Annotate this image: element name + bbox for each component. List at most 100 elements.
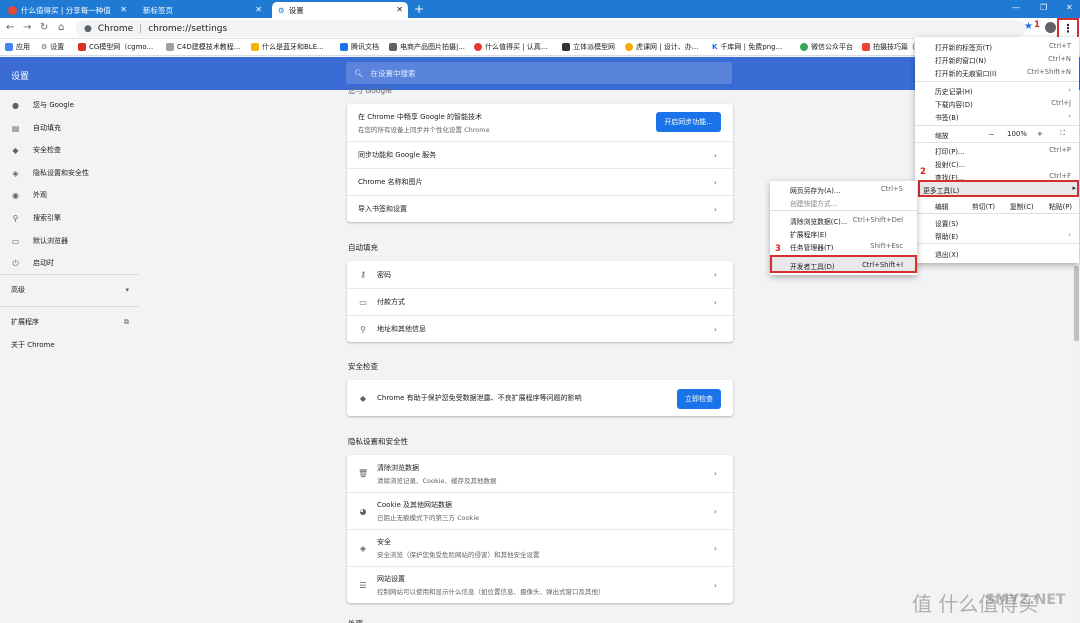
submenu-clear-data[interactable]: 清除浏览数据(C)... Ctrl+Shift+Del bbox=[790, 216, 903, 226]
chevron-right-icon: › bbox=[1068, 86, 1071, 94]
chevron-right-icon: › bbox=[713, 469, 717, 478]
site-icon bbox=[474, 43, 482, 51]
tab-newtab[interactable]: 新标签页 ✕ bbox=[137, 2, 267, 18]
shield-check-icon: ◆ bbox=[359, 393, 367, 403]
card-privacy: 🗑︎ 清除浏览数据 清除浏览记录、Cookie、缓存及其他数据 › ◕ Cookie 及… bbox=[347, 455, 733, 603]
menu-cast[interactable]: 投射(C)... bbox=[935, 159, 1071, 169]
back-icon[interactable]: ← bbox=[6, 22, 14, 33]
bookmark-item[interactable]: C4D建模技术教程... bbox=[166, 42, 240, 52]
bookmark-item[interactable]: CG模型网（cgmo... bbox=[78, 42, 153, 52]
addresses-row[interactable]: ⚲ 地址和其他信息 › bbox=[347, 315, 733, 342]
cookie-icon: ◕ bbox=[359, 506, 367, 516]
clear-data-row[interactable]: 🗑︎ 清除浏览数据 清除浏览记录、Cookie、缓存及其他数据 › bbox=[347, 455, 733, 492]
site-icon: K bbox=[712, 43, 718, 51]
submenu-task-manager[interactable]: 任务管理器(T) Shift+Esc bbox=[790, 242, 903, 252]
submenu-create-shortcut[interactable]: 创建快捷方式... bbox=[790, 198, 903, 208]
menu-divider bbox=[915, 243, 1079, 244]
menu-paste[interactable]: 粘贴(P) bbox=[1049, 201, 1072, 211]
bookmark-item[interactable]: K 千库网 | 免费png... bbox=[712, 42, 782, 52]
menu-print[interactable]: 打印(P)... Ctrl+P bbox=[935, 146, 1071, 156]
page-icon bbox=[166, 43, 174, 51]
bookmark-item[interactable]: 什么值得买 | 认真... bbox=[474, 42, 547, 52]
url-text: chrome://settings bbox=[148, 23, 228, 34]
tab-smzdm[interactable]: 什么值得买 | 分享每一种值 ✕ bbox=[2, 2, 132, 18]
submenu-devtools[interactable]: 开发者工具(D) Ctrl+Shift+I bbox=[770, 255, 917, 273]
section-title-you-google: 您与 Google bbox=[348, 86, 392, 95]
menu-divider bbox=[915, 142, 1079, 143]
bookmark-item[interactable]: 什么是蓝牙和BLE... bbox=[251, 42, 324, 52]
bookmark-item[interactable]: 应用 bbox=[5, 42, 30, 52]
submenu-extensions[interactable]: 扩展程序(E) bbox=[790, 229, 903, 239]
chevron-right-icon: › bbox=[713, 580, 717, 590]
menu-copy[interactable]: 复制(C) bbox=[1010, 201, 1034, 211]
chevron-right-icon: › bbox=[713, 270, 717, 279]
turn-on-sync-button[interactable]: 开启同步功能... bbox=[656, 112, 721, 132]
bookmark-item[interactable]: ⚙ 设置 bbox=[41, 42, 64, 52]
chevron-right-icon: › bbox=[713, 543, 717, 553]
zoom-out-button[interactable]: － bbox=[988, 130, 995, 140]
gear-icon: ⚙ bbox=[41, 43, 48, 51]
maximize-button[interactable]: ❐ bbox=[1040, 3, 1047, 12]
scrollbar-thumb[interactable] bbox=[1074, 266, 1079, 341]
menu-incognito[interactable]: 打开新的无痕窗口(I) Ctrl+Shift+N bbox=[935, 68, 1071, 78]
import-row[interactable]: 导入书签和设置 › bbox=[347, 195, 733, 222]
menu-history[interactable]: 历史记录(H) › bbox=[935, 86, 1071, 96]
menu-exit[interactable]: 退出(X) bbox=[935, 249, 1071, 259]
chevron-right-icon: › bbox=[713, 297, 717, 307]
profile-avatar[interactable] bbox=[1045, 22, 1056, 33]
close-icon[interactable]: ✕ bbox=[396, 5, 403, 14]
site-icon bbox=[340, 43, 348, 51]
trash-icon: 🗑︎ bbox=[358, 469, 369, 478]
forward-icon[interactable]: → bbox=[23, 22, 31, 33]
bookmark-item[interactable]: 拍摄技巧篇（ bbox=[862, 42, 915, 52]
passwords-row[interactable]: ⚷ 密码 › bbox=[347, 261, 733, 288]
menu-cut[interactable]: 剪切(T) bbox=[972, 201, 995, 211]
bookmark-item[interactable]: 立体派模型网 bbox=[562, 42, 615, 52]
bookmark-item[interactable]: 微信公众平台 bbox=[800, 42, 853, 52]
bookmark-item[interactable]: 腾讯文档 bbox=[340, 42, 379, 52]
site-icon bbox=[562, 43, 570, 51]
sync-row: 在 Chrome 中畅享 Google 的智能技术 在您的所有设备上同步并个性化… bbox=[347, 104, 733, 141]
close-icon[interactable]: ✕ bbox=[255, 5, 262, 14]
site-icon bbox=[862, 43, 870, 51]
check-now-button[interactable]: 立即检查 bbox=[677, 389, 721, 409]
home-icon[interactable]: ⌂ bbox=[58, 22, 64, 33]
page-title: 设置 bbox=[11, 72, 30, 82]
payments-row[interactable]: ▭ 付款方式 › bbox=[347, 288, 733, 315]
chrome-main-menu: 打开新的标签页(T) Ctrl+T 打开新的窗口(N) Ctrl+N 打开新的无痕窗… bbox=[915, 37, 1079, 263]
fullscreen-icon[interactable]: ⛶ bbox=[1060, 129, 1065, 138]
site-icon bbox=[625, 43, 633, 51]
menu-new-tab[interactable]: 打开新的标签页(T) Ctrl+T bbox=[935, 42, 1071, 52]
sync-services-row[interactable]: 同步功能和 Google 服务 › bbox=[347, 141, 733, 168]
bookmark-star-icon[interactable]: ★ bbox=[1024, 21, 1033, 32]
section-title-privacy: 隐私设置和安全性 bbox=[348, 437, 408, 446]
security-shield-icon: ◈ bbox=[359, 543, 367, 553]
close-icon[interactable]: ✕ bbox=[120, 5, 127, 14]
bookmark-item[interactable]: 电商产品图片拍摄|... bbox=[389, 42, 465, 52]
settings-search-input[interactable]: 🔍︎ 在设置中搜索 bbox=[346, 62, 732, 84]
tab-title: 什么值得买 | 分享每一种值 bbox=[21, 5, 111, 15]
key-icon: ⚷ bbox=[360, 270, 366, 279]
menu-bookmarks[interactable]: 书签(B) › bbox=[935, 112, 1071, 122]
menu-more-tools[interactable]: 更多工具(L) ▸ bbox=[918, 180, 1079, 197]
menu-downloads[interactable]: 下载内容(D) Ctrl+J bbox=[935, 99, 1071, 109]
menu-settings[interactable]: 设置(S) bbox=[935, 218, 1071, 228]
menu-divider bbox=[915, 213, 1079, 214]
cookies-row[interactable]: ◕ Cookie 及其他网站数据 已阻止无痕模式下的第三方 Cookie › bbox=[347, 492, 733, 529]
zoom-in-button[interactable]: + bbox=[1037, 130, 1043, 138]
close-window-button[interactable]: ✕ bbox=[1066, 3, 1073, 12]
reload-icon[interactable]: ↻ bbox=[40, 22, 48, 33]
chevron-right-icon: › bbox=[1068, 112, 1071, 120]
gear-icon: ⚙ bbox=[278, 5, 285, 15]
minimize-button[interactable]: — bbox=[1012, 3, 1020, 12]
tab-settings[interactable]: ⚙ 设置 ✕ bbox=[272, 2, 408, 18]
menu-help[interactable]: 帮助(E) › bbox=[935, 231, 1071, 241]
security-row[interactable]: ◈ 安全 安全浏览（保护您免受危险网站的侵害）和其他安全设置 › bbox=[347, 529, 733, 566]
menu-new-window[interactable]: 打开新的窗口(N) Ctrl+N bbox=[935, 55, 1071, 65]
address-bar[interactable]: ● Chrome | chrome://settings bbox=[76, 20, 1026, 37]
bookmark-item[interactable]: 虎课网 | 设计、办... bbox=[625, 42, 698, 52]
submenu-save-as[interactable]: 网页另存为(A)... Ctrl+S bbox=[790, 185, 903, 195]
new-tab-button[interactable]: + bbox=[414, 2, 424, 16]
chrome-name-row[interactable]: Chrome 名称和图片 › bbox=[347, 168, 733, 195]
site-settings-row[interactable]: ☰ 网站设置 控制网站可以使用和显示什么信息（如位置信息、摄像头、弹出式窗口及其他）… bbox=[347, 566, 733, 603]
